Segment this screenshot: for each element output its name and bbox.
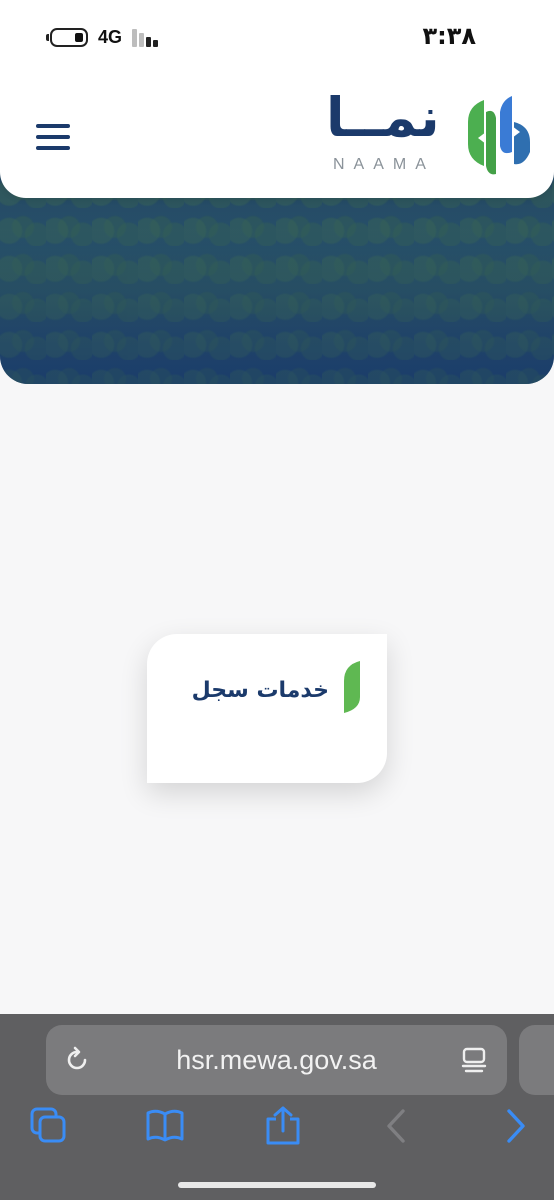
leaf-accent-icon <box>344 661 360 713</box>
address-bar[interactable]: hsr.mewa.gov.sa <box>46 1025 507 1095</box>
forward-icon[interactable] <box>494 1105 536 1147</box>
hero-overlay <box>0 170 554 384</box>
next-tab-preview[interactable] <box>519 1025 554 1095</box>
naama-logo[interactable]: نمــا NAAMA <box>316 86 536 180</box>
logo-mark-icon <box>468 96 530 175</box>
signal-strength-icon <box>132 29 162 47</box>
hamburger-menu-button[interactable] <box>36 124 72 152</box>
reader-mode-icon[interactable] <box>459 1045 489 1075</box>
share-icon[interactable] <box>262 1105 304 1147</box>
bookmarks-icon[interactable] <box>144 1105 186 1147</box>
url-text: hsr.mewa.gov.sa <box>176 1045 377 1075</box>
logo-latin-text: NAAMA <box>333 156 435 173</box>
back-icon[interactable] <box>376 1105 418 1147</box>
status-bar: 4G ٣:٣٨ <box>0 0 554 70</box>
service-card-title: خدمات سجل <box>191 678 329 703</box>
battery-icon <box>50 28 88 47</box>
battery-nub <box>46 34 49 41</box>
network-type: 4G <box>98 27 123 47</box>
browser-toolbar: hsr.mewa.gov.sa <box>0 1014 554 1200</box>
logo-arabic-text: نمــا <box>326 86 440 149</box>
home-indicator <box>178 1182 376 1188</box>
hero-banner <box>0 170 554 384</box>
clock: ٣:٣٨ <box>422 22 476 50</box>
service-card-registry[interactable]: خدمات سجل <box>147 634 387 783</box>
tabs-icon[interactable] <box>28 1105 70 1147</box>
